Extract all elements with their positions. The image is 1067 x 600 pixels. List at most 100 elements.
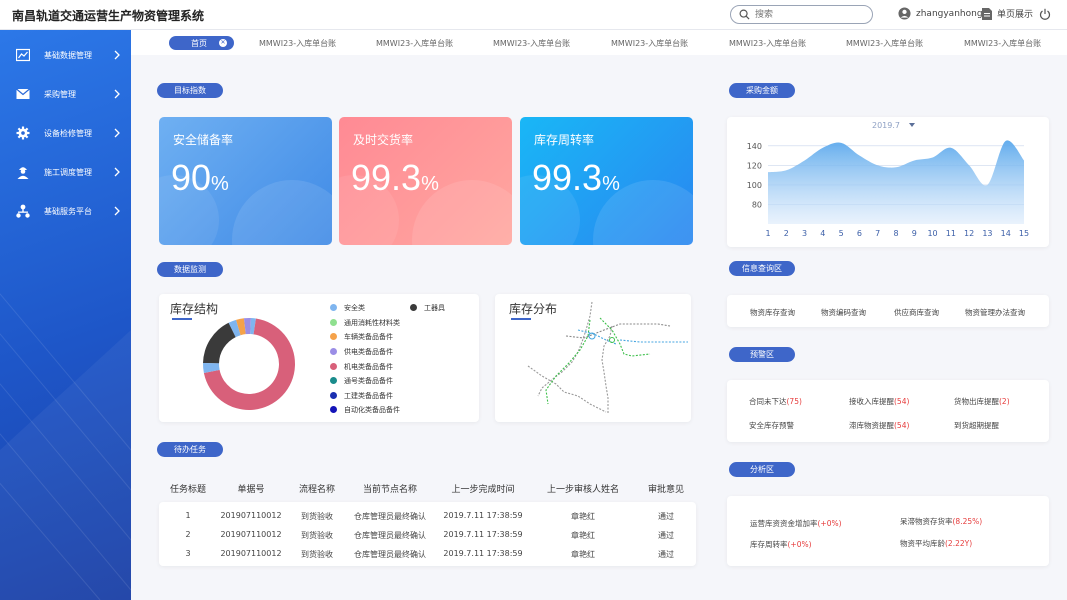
link-inventory-query[interactable]: 物资库存查询 — [750, 307, 795, 318]
tab-bar: 首页 ✕ MMWI23-入库单台账 MMWI23-入库单台账 MMWI23-入库… — [131, 30, 1067, 55]
x-tick-label: 8 — [893, 229, 898, 238]
warning-stagnant[interactable]: 滞库物资提醒(54) — [849, 420, 909, 431]
table-cell[interactable]: 到货验收 — [301, 511, 333, 522]
table-cell[interactable]: 章艳红 — [571, 511, 595, 522]
tab-item[interactable]: MMWI23-入库单台账 — [964, 38, 1041, 49]
table-header-cell: 审批意见 — [647, 485, 685, 495]
x-tick-label: 3 — [802, 229, 807, 238]
table-cell[interactable]: 3 — [185, 549, 190, 558]
table-header-cell: 单据号 — [237, 485, 265, 495]
tab-item[interactable]: MMWI23-入库单台账 — [259, 38, 336, 49]
legend-swatch — [330, 348, 337, 355]
section-warning: 预警区 — [729, 347, 795, 362]
tab-item[interactable]: MMWI23-入库单台账 — [376, 38, 453, 49]
legend-item: 工建类备品备件 — [330, 391, 393, 401]
kpi-label: 安全储备率 — [173, 133, 234, 147]
kpi-card-delivery: 及时交货率 99.3% — [339, 117, 512, 245]
legend-label: 通号类备品备件 — [344, 377, 393, 385]
table-cell[interactable]: 通过 — [658, 549, 674, 560]
tab-item[interactable]: MMWI23-入库单台账 — [493, 38, 570, 49]
table-header-cell: 上一步完成时间 — [451, 485, 515, 495]
username: zhangyanhong — [916, 8, 983, 19]
search-box[interactable] — [730, 5, 873, 24]
table-cell[interactable]: 章艳红 — [571, 530, 595, 541]
legend-swatch — [330, 406, 337, 413]
legend-item: 车辆类备品备件 — [330, 332, 393, 342]
analysis-stagnant-rate[interactable]: 呆滞物资存货率(8.25%) — [900, 516, 982, 527]
table-cell[interactable]: 201907110012 — [220, 549, 281, 558]
table-cell[interactable]: 到货验收 — [301, 549, 333, 560]
table-cell[interactable]: 1 — [185, 511, 190, 520]
legend-label: 工建类备品备件 — [344, 392, 393, 400]
legend-item: 安全类 — [330, 303, 365, 313]
table-cell[interactable]: 章艳红 — [571, 549, 595, 560]
table-header-cell: 任务标题 — [169, 485, 207, 495]
sidebar-item-construction[interactable]: 施工调度管理 — [0, 154, 131, 192]
tab-item[interactable]: MMWI23-入库单台账 — [846, 38, 923, 49]
legend-swatch — [330, 377, 337, 384]
search-icon — [739, 9, 750, 20]
legend-label: 安全类 — [344, 304, 365, 312]
legend-label: 车辆类备品备件 — [344, 333, 393, 341]
legend-item: 自动化类备品备件 — [330, 405, 400, 415]
chart-icon — [16, 48, 30, 62]
kpi-value: 90% — [171, 157, 229, 198]
legend-label: 供电类备品备件 — [344, 348, 393, 356]
tab-item[interactable]: MMWI23-入库单台账 — [729, 38, 806, 49]
worker-icon — [17, 167, 29, 179]
link-supplier-query[interactable]: 供应商库查询 — [894, 307, 939, 318]
org-icon — [16, 204, 30, 218]
warning-overdue[interactable]: 到货超期提醒 — [954, 420, 999, 431]
table-cell[interactable]: 通过 — [658, 530, 674, 541]
section-info: 信息查询区 — [729, 261, 795, 276]
link-policy-query[interactable]: 物资管理办法查询 — [965, 307, 1025, 318]
x-tick-label: 4 — [820, 229, 825, 238]
warning-contract[interactable]: 合同未下达(75) — [749, 396, 802, 407]
warning-outbound[interactable]: 货物出库提醒(2) — [954, 396, 1010, 407]
kpi-card-turnover: 库存周转率 99.3% — [520, 117, 693, 245]
x-tick-label: 13 — [982, 229, 992, 238]
warning-inbound[interactable]: 接收入库提醒(54) — [849, 396, 909, 407]
sidebar-item-purchase[interactable]: 采购管理 — [0, 76, 131, 114]
top-bar: 南昌轨道交通运营生产物资管理系统 zhangyanhong 单页展示 — [0, 0, 1067, 30]
tab-item[interactable]: MMWI23-入库单台账 — [611, 38, 688, 49]
analysis-fund-growth[interactable]: 运营库资资金增加率(+0%) — [750, 518, 842, 529]
power-icon[interactable] — [1039, 8, 1051, 20]
analysis-turnover[interactable]: 库存周转率(+0%) — [750, 539, 812, 550]
table-cell[interactable]: 到货验收 — [301, 530, 333, 541]
analysis-avg-age[interactable]: 物资平均库龄(2.22Y) — [900, 538, 972, 549]
kpi-label: 库存周转率 — [534, 133, 595, 147]
section-analysis: 分析区 — [729, 462, 795, 477]
table-header-cell: 流程名称 — [298, 485, 336, 495]
table-cell[interactable]: 通过 — [658, 511, 674, 522]
link-code-query[interactable]: 物资编码查询 — [821, 307, 866, 318]
x-tick-label: 5 — [839, 229, 844, 238]
table-cell[interactable]: 2 — [185, 530, 190, 539]
legend-label: 通用消耗性材料类 — [344, 319, 400, 327]
single-page-button[interactable]: 单页展示 — [982, 7, 1033, 20]
kpi-card-safety: 安全储备率 90% — [159, 117, 332, 245]
table-cell[interactable]: 2019.7.11 17:38:59 — [443, 549, 522, 558]
table-cell[interactable]: 2019.7.11 17:38:59 — [443, 511, 522, 520]
table-cell[interactable]: 201907110012 — [220, 530, 281, 539]
tab-home[interactable]: 首页 ✕ — [169, 36, 234, 50]
warning-safety-stock[interactable]: 安全库存预警 — [749, 420, 794, 431]
sidebar-item-maintenance[interactable]: 设备检修管理 — [0, 115, 131, 153]
legend-item: 通号类备品备件 — [330, 376, 393, 386]
table-cell[interactable]: 2019.7.11 17:38:59 — [443, 530, 522, 539]
legend-swatch — [330, 319, 337, 326]
table-cell[interactable]: 仓库管理员最终确认 — [354, 530, 426, 541]
table-cell[interactable]: 201907110012 — [220, 511, 281, 520]
close-icon[interactable]: ✕ — [219, 39, 227, 47]
single-page-label: 单页展示 — [997, 10, 1034, 20]
table-cell[interactable]: 仓库管理员最终确认 — [354, 549, 426, 560]
metro-network-map[interactable] — [520, 296, 690, 420]
x-tick-label: 6 — [857, 229, 862, 238]
legend-label: 工器具 — [424, 304, 445, 312]
sidebar-item-service-platform[interactable]: 基础服务平台 — [0, 193, 131, 231]
sidebar-item-label: 基础数据管理 — [44, 51, 92, 60]
sidebar-item-basic-data[interactable]: 基础数据管理 — [0, 37, 131, 75]
search-input[interactable] — [755, 8, 865, 22]
table-cell[interactable]: 仓库管理员最终确认 — [354, 511, 426, 522]
user-menu[interactable]: zhangyanhong — [898, 7, 983, 20]
